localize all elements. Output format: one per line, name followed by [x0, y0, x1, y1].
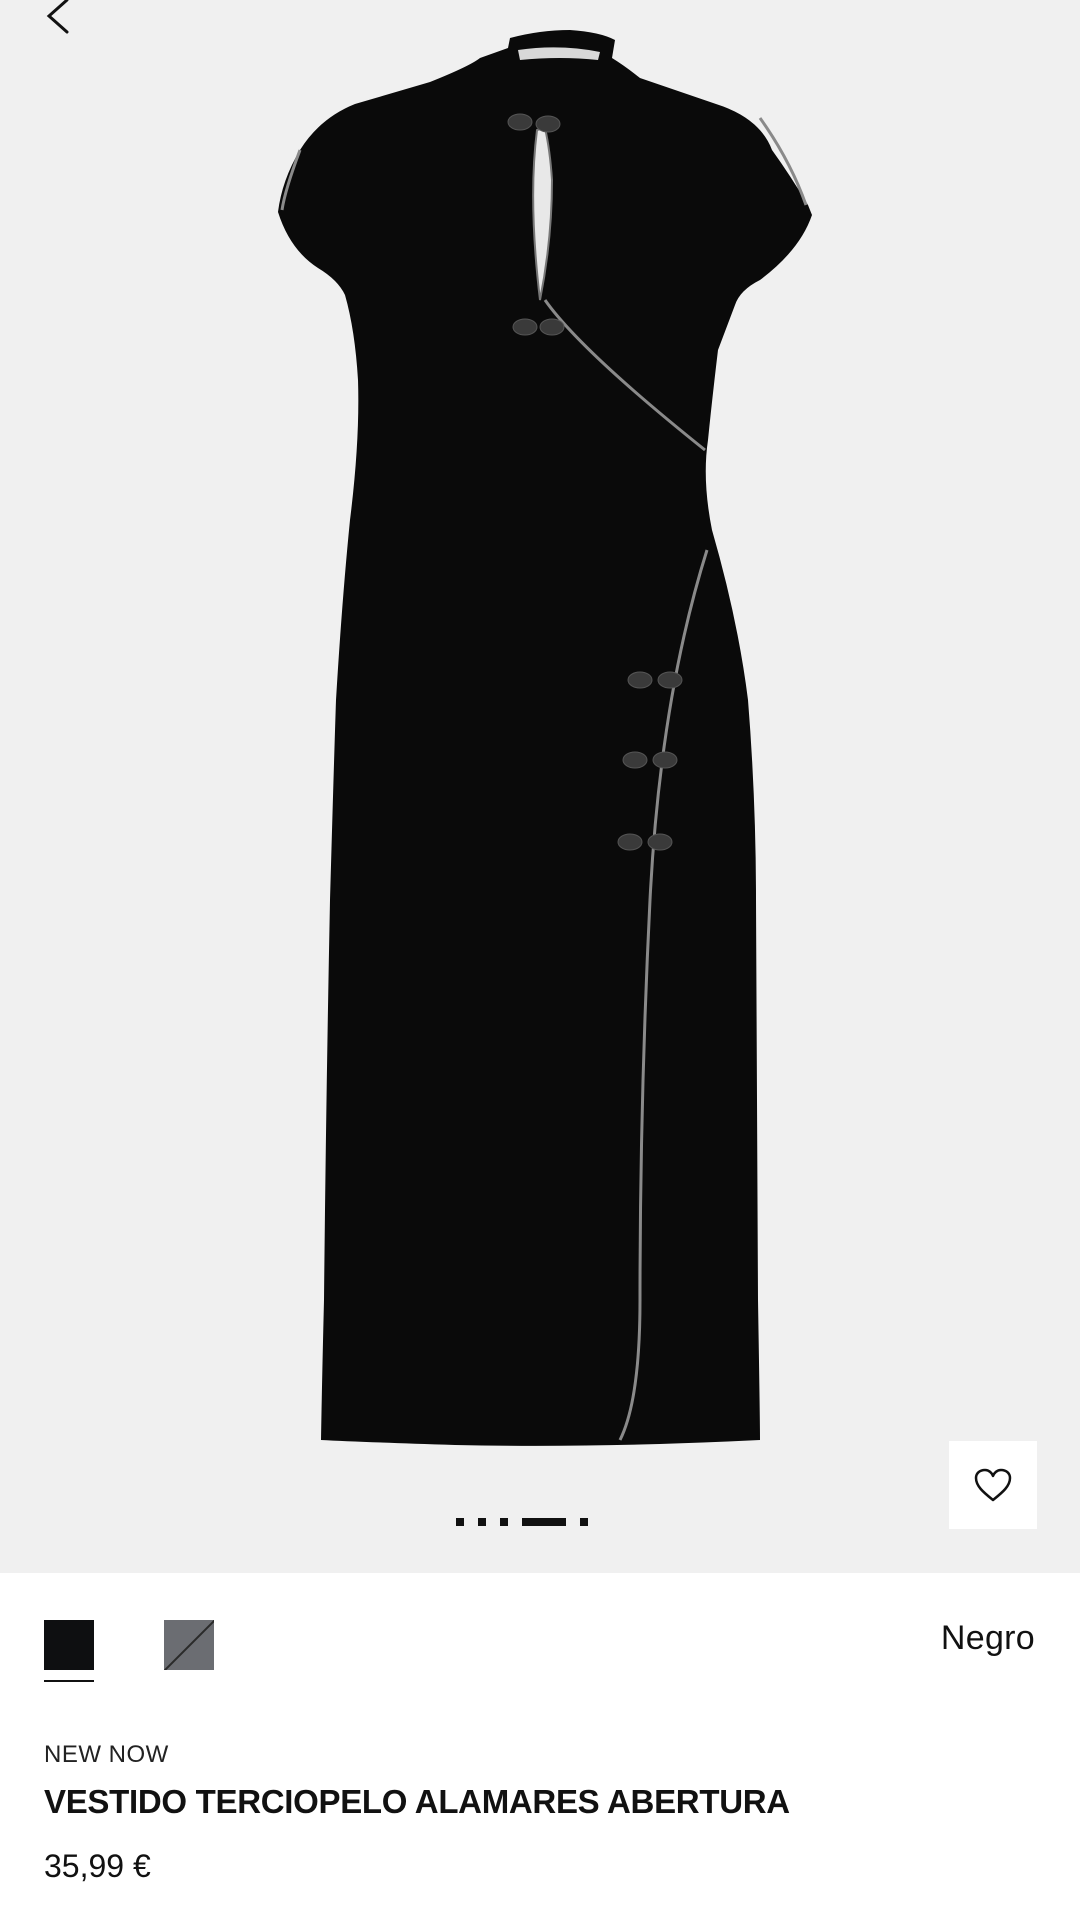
color-swatches	[44, 1620, 214, 1670]
pager-dot[interactable]	[456, 1518, 464, 1526]
favorite-button[interactable]	[949, 1441, 1037, 1529]
image-pager	[456, 1518, 588, 1526]
pager-dot[interactable]	[500, 1518, 508, 1526]
product-gallery[interactable]	[0, 0, 1080, 1573]
product-tag: NEW NOW	[44, 1741, 169, 1768]
selected-color-name: Negro	[940, 1619, 1035, 1657]
chevron-left-icon	[46, 0, 69, 34]
pager-dot-active[interactable]	[522, 1518, 566, 1526]
product-image	[278, 30, 812, 1446]
back-button[interactable]	[28, 0, 88, 46]
product-title: VESTIDO TERCIOPELO ALAMARES ABERTURA	[44, 1783, 790, 1820]
color-swatch-negro[interactable]	[44, 1620, 94, 1670]
product-price: 35,99 €	[44, 1848, 151, 1884]
selected-swatch-indicator	[44, 1680, 94, 1682]
heart-outline-icon	[974, 1468, 1012, 1502]
pager-dot[interactable]	[580, 1518, 588, 1526]
color-swatch-gris[interactable]	[164, 1620, 214, 1670]
pager-dot[interactable]	[478, 1518, 486, 1526]
product-info: Negro NEW NOW VESTIDO TERCIOPELO ALAMARE…	[0, 1573, 1080, 1907]
